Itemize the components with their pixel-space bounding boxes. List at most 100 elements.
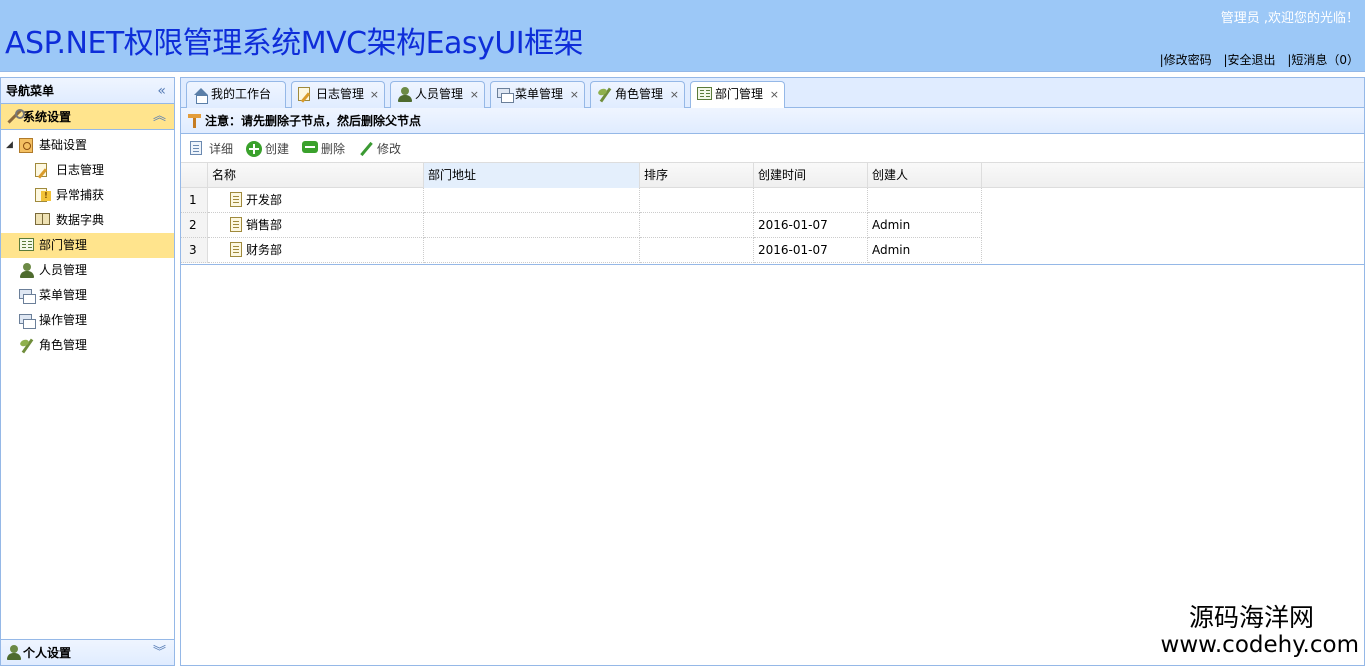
tree-node-label: 角色管理 <box>39 338 88 352</box>
cell-name: 开发部 <box>208 188 424 213</box>
table-row[interactable]: 2 销售部 2016-01-07 Admin <box>181 213 1364 238</box>
edit-button[interactable]: 修改 <box>357 139 401 159</box>
tree-node-department-management[interactable]: 部门管理 <box>1 233 174 258</box>
notice-bar: 注意：请先删除子节点，然后删除父节点 <box>181 108 1364 134</box>
welcome-text: 管理员 ,欢迎您的光临！ <box>1220 11 1359 26</box>
document-icon <box>230 217 242 232</box>
tab-user-management[interactable]: 人员管理 × <box>390 81 485 108</box>
home-icon <box>193 87 209 104</box>
column-header-created[interactable]: 创建时间 <box>754 163 868 188</box>
accordion-system-settings[interactable]: 系统设置 ︽ <box>1 104 174 130</box>
delete-button[interactable]: 删除 <box>301 139 345 159</box>
add-icon <box>246 141 262 157</box>
change-password-link[interactable]: |修改密码 <box>1160 53 1212 67</box>
menu-icon <box>497 87 514 103</box>
tree-node-basic-settings[interactable]: ◢ 基础设置 <box>1 133 174 158</box>
close-icon[interactable]: × <box>770 82 779 107</box>
remove-icon <box>302 141 318 153</box>
tab-log-management[interactable]: 日志管理 × <box>291 81 385 108</box>
edit-label: 修改 <box>377 142 402 156</box>
warning-icon <box>35 188 51 202</box>
detail-button[interactable]: 详细 <box>189 139 233 159</box>
document-icon <box>230 242 242 257</box>
grid-header: 名称 部门地址 排序 创建时间 创建人 <box>181 163 1364 188</box>
tab-label: 角色管理 <box>615 87 664 101</box>
settings-book-icon <box>19 138 33 153</box>
column-header-order[interactable]: 排序 <box>640 163 754 188</box>
cell-address <box>424 213 640 238</box>
table-row[interactable]: 1 开发部 <box>181 188 1364 213</box>
tab-label: 人员管理 <box>415 87 464 101</box>
accordion-title: 系统设置 <box>23 110 72 124</box>
chevron-down-icon[interactable]: ︾ <box>153 640 166 666</box>
chevron-up-icon[interactable]: ︽ <box>153 104 166 130</box>
sidebar-title: 导航菜单 <box>6 84 55 98</box>
cell-created <box>754 188 868 213</box>
close-icon[interactable]: × <box>370 82 379 107</box>
accordion-personal-settings[interactable]: 个人设置 ︾ <box>1 639 174 665</box>
messages-link[interactable]: |短消息（0） <box>1287 53 1359 67</box>
column-header-name[interactable]: 名称 <box>208 163 424 188</box>
tree-node-label: 日志管理 <box>56 163 105 177</box>
tab-label: 日志管理 <box>316 87 365 101</box>
main-panel: 我的工作台 日志管理 × 人员管理 × 菜单管理 × 角色管理 × 部门管理 × <box>180 77 1365 666</box>
tab-label: 部门管理 <box>715 87 764 101</box>
cell-address <box>424 238 640 263</box>
department-icon <box>19 238 34 251</box>
tree-node-exception-capture[interactable]: 异常捕获 <box>1 183 174 208</box>
tab-label: 我的工作台 <box>211 87 272 101</box>
watermark-line1: 源码海洋网 <box>1188 603 1314 632</box>
tab-department-management[interactable]: 部门管理 × <box>690 81 785 109</box>
tree-node-menu-management[interactable]: 菜单管理 <box>1 283 174 308</box>
tab-role-management[interactable]: 角色管理 × <box>590 81 685 108</box>
cell-order <box>640 213 754 238</box>
user-icon <box>6 645 22 661</box>
user-icon <box>19 263 35 279</box>
tree-node-operation-management[interactable]: 操作管理 <box>1 308 174 333</box>
close-icon[interactable]: × <box>670 82 679 107</box>
row-number: 2 <box>181 213 208 238</box>
tab-workbench[interactable]: 我的工作台 <box>186 81 286 108</box>
sidebar: 导航菜单 « 系统设置 ︽ ◢ 基础设置 日志管理 异常捕获 数据字典 部门管理 <box>0 77 175 666</box>
log-edit-icon <box>35 163 47 177</box>
row-number: 1 <box>181 188 208 213</box>
tree-node-log-management[interactable]: 日志管理 <box>1 158 174 183</box>
tab-label: 菜单管理 <box>515 87 564 101</box>
row-number: 3 <box>181 238 208 263</box>
department-name: 财务部 <box>246 243 283 257</box>
role-icon <box>597 87 613 103</box>
collapse-icon[interactable]: « <box>157 78 166 104</box>
tree-node-role-management[interactable]: 角色管理 <box>1 333 174 358</box>
detail-label: 详细 <box>209 142 234 156</box>
tree-node-label: 菜单管理 <box>39 288 88 302</box>
cell-name: 财务部 <box>208 238 424 263</box>
create-button[interactable]: 创建 <box>245 139 289 159</box>
column-header-address[interactable]: 部门地址 <box>424 163 640 188</box>
column-header-creator[interactable]: 创建人 <box>868 163 982 188</box>
logout-link[interactable]: |安全退出 <box>1223 53 1275 67</box>
cell-address <box>424 188 640 213</box>
tree-toggle-icon[interactable]: ◢ <box>6 133 13 158</box>
sidebar-header: 导航菜单 « <box>1 78 174 104</box>
close-icon[interactable]: × <box>470 82 479 107</box>
tree-node-data-dictionary[interactable]: 数据字典 <box>1 208 174 233</box>
tree-node-user-management[interactable]: 人员管理 <box>1 258 174 283</box>
cell-creator: Admin <box>868 213 982 238</box>
table-row[interactable]: 3 财务部 2016-01-07 Admin <box>181 238 1364 263</box>
user-icon <box>397 87 413 103</box>
cell-creator <box>868 188 982 213</box>
department-icon <box>697 87 712 100</box>
tree-node-label: 数据字典 <box>56 213 105 227</box>
dictionary-book-icon <box>35 213 50 225</box>
log-edit-icon <box>298 87 310 101</box>
close-icon[interactable]: × <box>570 82 579 107</box>
tree-node-label: 基础设置 <box>39 138 88 152</box>
menu-icon <box>19 288 36 304</box>
tree-node-label: 操作管理 <box>39 313 88 327</box>
tab-menu-management[interactable]: 菜单管理 × <box>490 81 585 108</box>
wrench-icon <box>6 109 25 125</box>
tree-node-label: 人员管理 <box>39 263 88 277</box>
app-header: ASP.NET权限管理系统MVC架构EasyUI框架 管理员 ,欢迎您的光临！ … <box>0 0 1365 72</box>
nav-tree: ◢ 基础设置 日志管理 异常捕获 数据字典 部门管理 人员管理 菜单管理 <box>1 130 174 358</box>
app-title: ASP.NET权限管理系统MVC架构EasyUI框架 <box>5 26 584 61</box>
